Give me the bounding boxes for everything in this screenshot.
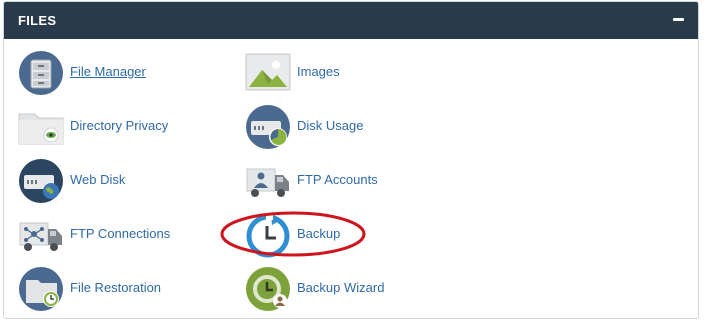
- item-label: File Manager: [70, 64, 146, 79]
- item-label: Images: [297, 64, 340, 79]
- image-icon: [245, 53, 291, 91]
- item-label: FTP Connections: [70, 226, 171, 241]
- panel-title: FILES: [18, 13, 57, 28]
- file-restoration-icon: [19, 267, 63, 311]
- ftp-accounts-truck-icon: [246, 168, 289, 197]
- disk-usage-icon: [246, 105, 290, 149]
- item-label: Web Disk: [70, 172, 126, 187]
- item-label: File Restoration: [70, 280, 162, 295]
- item-label: Backup Wizard: [297, 280, 385, 295]
- backup-clock-icon: [246, 214, 290, 258]
- files-panel: FILES File Manager Images Directory Priv…: [3, 1, 699, 319]
- ftp-connections-truck-icon: [19, 222, 62, 251]
- file-cabinet-icon: [19, 51, 63, 95]
- item-label: Disk Usage: [297, 118, 364, 133]
- item-label: FTP Accounts: [297, 172, 378, 187]
- collapse-button[interactable]: [669, 10, 689, 30]
- folder-eye-icon: [18, 113, 64, 145]
- item-label: Directory Privacy: [70, 118, 169, 133]
- backup-wizard-icon: [246, 267, 290, 311]
- web-disk-icon: [19, 159, 63, 203]
- minus-icon: [673, 18, 684, 21]
- panel-header: FILES: [4, 2, 698, 39]
- item-label: Backup: [297, 226, 341, 241]
